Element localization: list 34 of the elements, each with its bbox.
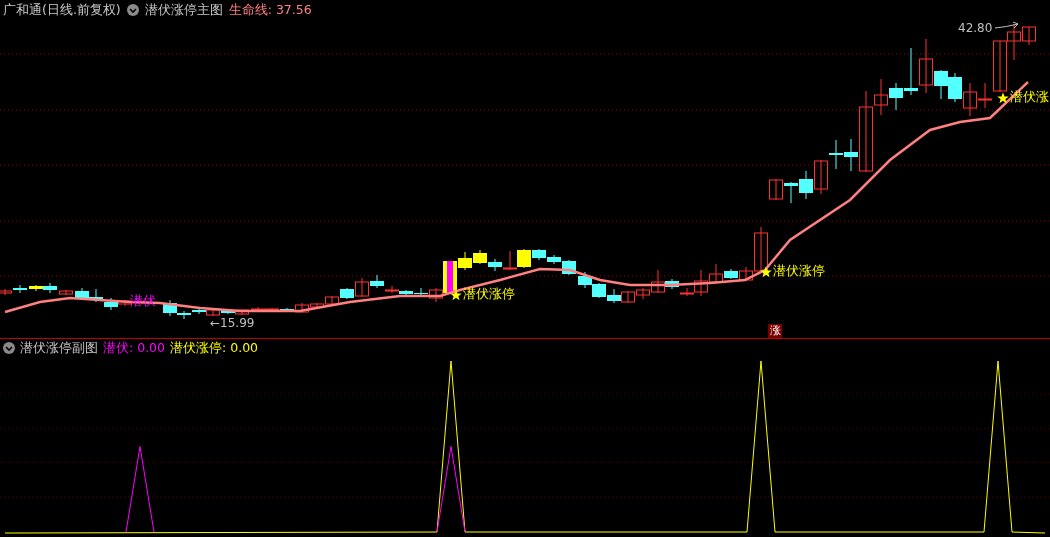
- candlestick: [89, 288, 103, 303]
- star-icon: [997, 91, 1009, 104]
- star-icon: [450, 288, 462, 301]
- indicator-value: 生命线: 37.56: [228, 1, 312, 19]
- signal-label: 潜伏涨停: [463, 286, 515, 303]
- candlestick: [13, 284, 27, 294]
- indicator-value: 潜伏: 0.00: [103, 339, 166, 357]
- price-label: ←15.99: [210, 316, 255, 330]
- stock-title: 广和通(日线.前复权): [3, 1, 121, 19]
- candlestick: [75, 287, 89, 301]
- candlestick: [621, 290, 635, 304]
- chevron-down-icon[interactable]: [3, 342, 15, 354]
- candlestick: [578, 271, 592, 289]
- signal-label: 潜伏涨停: [773, 263, 825, 280]
- candlestick: [799, 170, 813, 200]
- candlestick: [59, 289, 73, 296]
- indicator-name: 潜伏涨停主图: [144, 1, 223, 19]
- candlestick: [814, 159, 828, 195]
- candlestick: [473, 249, 487, 265]
- indicator-value: 潜伏涨停: 0.00: [170, 339, 259, 357]
- candlestick: [784, 181, 798, 204]
- candlestick: [829, 139, 843, 170]
- price-label: 42.80: [958, 21, 993, 35]
- star-icon: [760, 265, 772, 278]
- candlestick: [325, 295, 339, 306]
- candlestick: [948, 72, 962, 103]
- candlestick: [592, 282, 606, 299]
- limit-up-badge: 涨: [768, 324, 782, 338]
- chevron-down-icon[interactable]: [126, 4, 139, 16]
- candlestick: [607, 288, 621, 304]
- arrow-icon: [994, 21, 1021, 31]
- candlestick: [963, 82, 977, 117]
- candlestick: [769, 178, 783, 201]
- indicator-name: 潜伏涨停副图: [20, 339, 98, 357]
